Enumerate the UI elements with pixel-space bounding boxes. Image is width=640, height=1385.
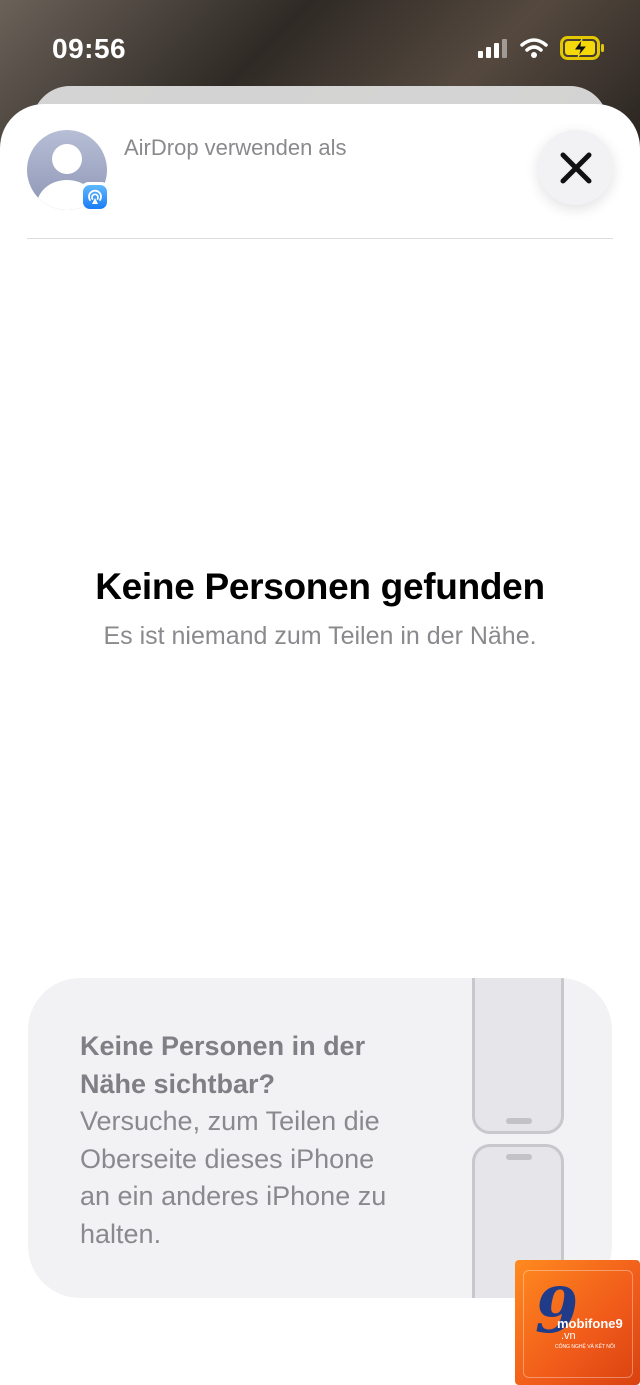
status-icons [478,36,606,60]
status-bar: 09:56 [0,0,640,100]
wifi-icon [520,38,548,58]
hint-card: Keine Personen in der Nähe sichtbar? Ver… [28,978,612,1298]
airdrop-badge [80,182,110,212]
airdrop-icon [83,185,107,209]
cellular-signal-icon [478,39,507,58]
iphone-top-indicator [506,1118,532,1124]
empty-state-title: Keine Personen gefunden [95,566,545,607]
mobifone9-watermark: 9 mobifone9 .vn CÔNG NGHỆ VÀ KẾT NỐI [515,1260,640,1385]
hint-title: Keine Personen in der Nähe sichtbar? [80,1031,366,1099]
iphone-top-illustration [472,978,564,1134]
avatar-head [52,144,82,174]
iphone-bottom-indicator [506,1154,532,1160]
close-icon [560,152,591,183]
hint-text: Keine Personen in der Nähe sichtbar? Ver… [80,1028,410,1253]
header-divider [27,238,613,239]
close-button[interactable] [538,130,613,205]
watermark-brand: mobifone9 [557,1316,623,1331]
empty-state-subtitle: Es ist niemand zum Teilen in der Nähe. [103,622,537,650]
hint-body: Versuche, zum Teilen die Oberseite diese… [80,1106,387,1249]
status-time: 09:56 [52,33,127,64]
airdrop-identity-label[interactable]: AirDrop verwenden als [124,135,347,161]
watermark-domain: .vn [561,1330,576,1342]
battery-charging-icon [560,36,604,60]
watermark-slogan: CÔNG NGHỆ VÀ KẾT NỐI [555,1344,616,1350]
